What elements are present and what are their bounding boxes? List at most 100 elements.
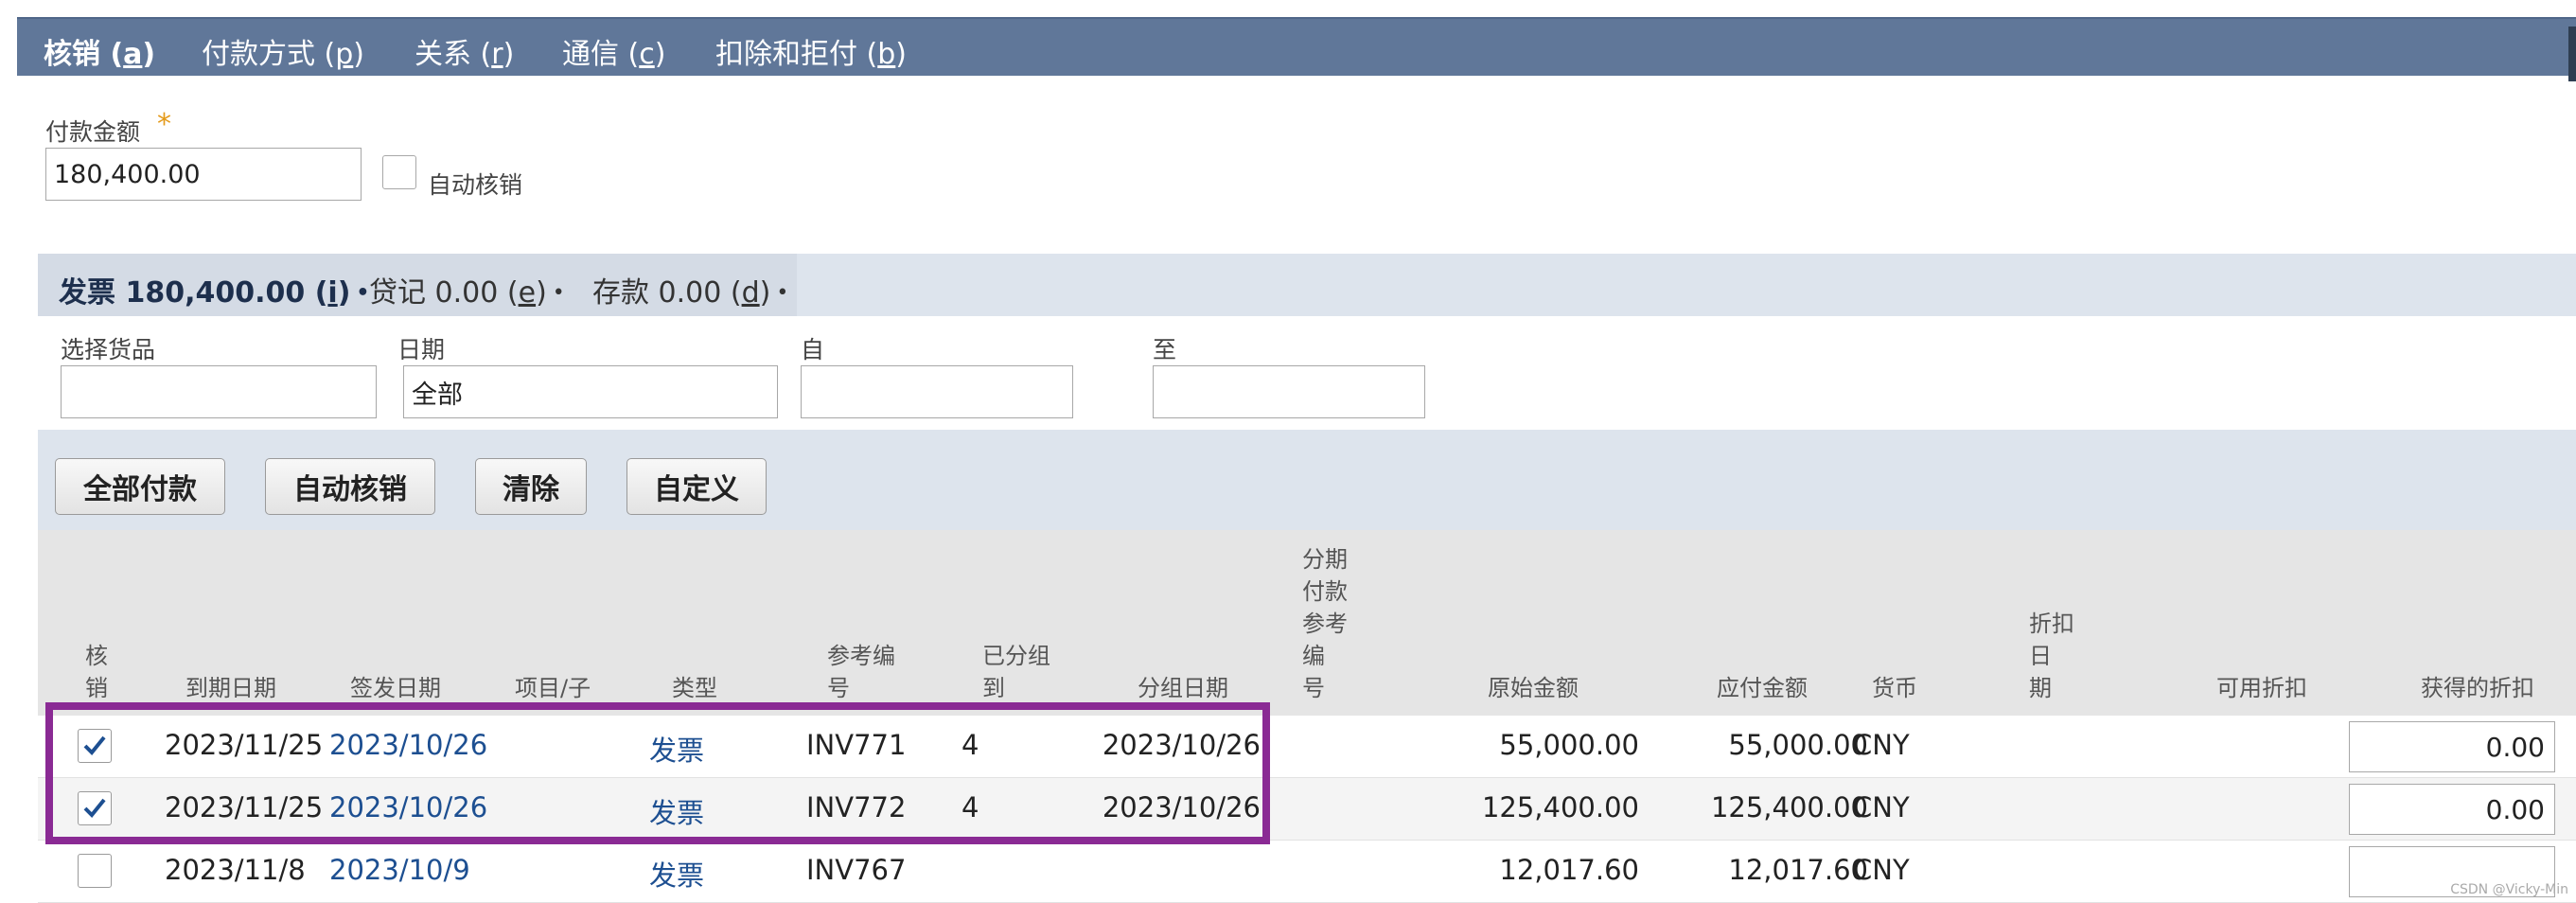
ref-no: INV767	[806, 854, 907, 886]
bullet-icon: •	[552, 281, 565, 305]
tab-payment-method[interactable]: 付款方式 (p)	[202, 30, 364, 72]
required-mark: *	[157, 108, 171, 141]
apply-subtabs: 发票 180,400.00 (i) • 贷记 0.00 (e) • 存款 0.00 …	[38, 254, 2576, 316]
table-row: 2023/11/8 2023/10/9 发票 INV767 12,017.60 …	[38, 841, 2576, 903]
pay-all-button[interactable]: 全部付款	[55, 458, 225, 515]
ref-no: INV771	[806, 729, 907, 761]
tab-label: 核销	[44, 38, 100, 71]
due-date: 2023/11/8	[165, 854, 306, 886]
bullet-icon: •	[776, 281, 789, 305]
subtab-key: e	[518, 276, 537, 310]
original-amount: 12,017.60	[1499, 854, 1639, 886]
col-amount-due[interactable]: 应付金额	[1717, 672, 1808, 704]
due-date: 2023/11/25	[165, 791, 324, 823]
col-original-amount[interactable]: 原始金额	[1488, 672, 1579, 704]
tab-label: 付款方式	[202, 38, 315, 71]
to-date-label: 至	[1153, 336, 1177, 363]
col-apply: 核 销	[85, 643, 108, 701]
checkmark-icon	[83, 735, 106, 755]
auto-apply-label: 自动核销	[428, 171, 523, 199]
subtab-amount: 0.00	[434, 276, 499, 310]
table-row: 2023/11/25 2023/10/26 发票 INV772 4 2023/1…	[38, 778, 2576, 841]
amount-due: 12,017.60	[1728, 854, 1868, 886]
currency: CNY	[1853, 729, 1910, 761]
to-date-input[interactable]	[1153, 365, 1425, 418]
amount-due: 55,000.00	[1728, 729, 1868, 761]
currency: CNY	[1853, 854, 1910, 886]
ref-no: INV772	[806, 791, 907, 823]
issue-date-link[interactable]: 2023/10/9	[329, 854, 470, 886]
col-discount-available[interactable]: 可用折扣	[2216, 672, 2307, 704]
tab-label: 关系	[415, 38, 471, 71]
tabbar-edge	[2568, 27, 2576, 81]
subtab-deposits[interactable]: 存款 0.00 (d) •	[592, 269, 788, 310]
checkmark-icon	[83, 798, 106, 818]
original-amount: 55,000.00	[1499, 729, 1639, 761]
apply-checkbox[interactable]	[78, 729, 112, 763]
group-date: 2023/10/26	[1102, 729, 1261, 761]
currency: CNY	[1853, 791, 1910, 823]
filter-area: 选择货品 日期 全部 自 至	[38, 316, 2576, 430]
tab-label: 扣除和拒付	[715, 38, 857, 71]
col-due-date[interactable]: 到期日期	[185, 672, 276, 704]
bullet-icon: •	[356, 281, 370, 305]
col-discount-date[interactable]: 折扣 日 期	[2029, 608, 2074, 704]
tab-deductions-chargebacks[interactable]: 扣除和拒付 (b)	[715, 30, 907, 72]
issue-date-link[interactable]: 2023/10/26	[329, 729, 487, 761]
subtab-invoices[interactable]: 发票 180,400.00 (i) •	[59, 269, 369, 310]
col-issue-date[interactable]: 签发日期	[350, 672, 441, 704]
clear-button[interactable]: 清除	[475, 458, 587, 515]
apply-checkbox[interactable]	[78, 791, 112, 825]
subtab-amount: 180,400.00	[125, 276, 306, 310]
tab-relationships[interactable]: 关系 (r)	[415, 30, 514, 72]
from-date-label: 自	[801, 336, 825, 363]
subtab-key: d	[741, 276, 760, 310]
issue-date-link[interactable]: 2023/10/26	[329, 791, 487, 823]
discount-taken-input[interactable]: 0.00	[2349, 784, 2555, 835]
item-filter-label: 选择货品	[61, 336, 156, 363]
watermark: CSDN @Vicky-Min	[2450, 882, 2568, 897]
date-filter-select[interactable]: 全部	[403, 365, 778, 418]
col-installment-ref[interactable]: 分期 付款 参考 编 号	[1302, 543, 1348, 704]
apply-checkbox[interactable]	[78, 854, 112, 888]
from-date-input[interactable]	[801, 365, 1073, 418]
subtab-label: 存款	[592, 276, 649, 310]
type-link[interactable]: 发票	[649, 854, 704, 894]
table-row: 2023/11/25 2023/10/26 发票 INV771 4 2023/1…	[38, 716, 2576, 778]
col-grouped-to[interactable]: 已分组 到	[982, 640, 1050, 704]
type-link[interactable]: 发票	[649, 729, 704, 769]
subtab-amount: 0.00	[658, 276, 722, 310]
group-date: 2023/10/26	[1102, 791, 1261, 823]
col-discount-taken[interactable]: 获得的折扣	[2421, 672, 2534, 704]
tab-label: 通信	[562, 38, 619, 71]
col-type[interactable]: 类型	[672, 672, 717, 704]
apply-table-header: 核 销 到期日期 签发日期 项目/子 类型 参考编 号 已分组 到 分组日期 分…	[38, 530, 2576, 716]
col-ref-no[interactable]: 参考编 号	[827, 640, 895, 704]
customize-button[interactable]: 自定义	[626, 458, 767, 515]
discount-taken-input[interactable]: 0.00	[2349, 721, 2555, 772]
subtab-credits[interactable]: 贷记 0.00 (e) •	[369, 269, 565, 310]
tab-key: r	[491, 38, 503, 71]
tab-key: a	[123, 38, 143, 71]
subtab-label: 发票	[59, 276, 115, 310]
amount-due: 125,400.00	[1710, 791, 1868, 823]
col-currency[interactable]: 货币	[1872, 672, 1917, 704]
original-amount: 125,400.00	[1481, 791, 1639, 823]
record-tab-bar: 核销 (a) 付款方式 (p) 关系 (r) 通信 (c) 扣除和拒付 (b)	[17, 17, 2576, 81]
col-item[interactable]: 项目/子	[515, 672, 591, 704]
due-date: 2023/11/25	[165, 729, 324, 761]
subtab-label: 贷记	[369, 276, 426, 310]
item-filter-input[interactable]	[61, 365, 377, 418]
tab-key: p	[335, 38, 354, 71]
payment-amount-label: 付款金额	[45, 118, 141, 146]
col-group-date[interactable]: 分组日期	[1138, 672, 1228, 704]
tab-apply[interactable]: 核销 (a)	[44, 30, 155, 72]
type-link[interactable]: 发票	[649, 791, 704, 831]
action-button-bar: 全部付款 自动核销 清除 自定义	[38, 430, 2576, 530]
date-filter-label: 日期	[397, 336, 446, 363]
auto-apply-button[interactable]: 自动核销	[265, 458, 435, 515]
tab-communication[interactable]: 通信 (c)	[562, 30, 665, 72]
subtab-key: i	[327, 276, 338, 310]
payment-amount-input[interactable]: 180,400.00	[45, 148, 362, 201]
auto-apply-checkbox[interactable]	[382, 155, 416, 189]
